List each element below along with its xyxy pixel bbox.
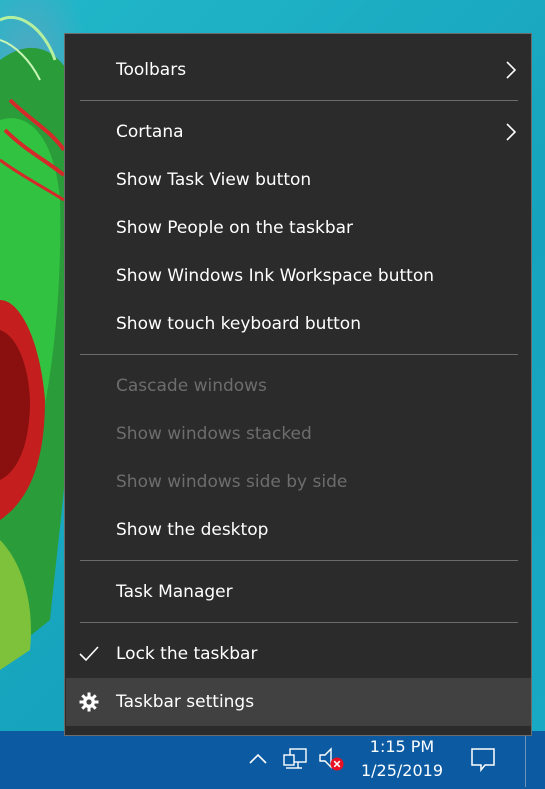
chevron-right-icon	[506, 61, 517, 79]
menu-item-label: Cortana	[116, 122, 184, 142]
menu-item-taskbar-settings[interactable]: Taskbar settings	[66, 678, 531, 726]
menu-item-show-windows-ink[interactable]: Show Windows Ink Workspace button	[66, 252, 531, 300]
taskbar	[0, 731, 545, 789]
menu-item-show-task-view-button[interactable]: Show Task View button	[66, 156, 531, 204]
menu-item-show-the-desktop[interactable]: Show the desktop	[66, 506, 531, 554]
network-icon[interactable]	[282, 747, 308, 771]
menu-item-show-windows-side-by-side: Show windows side by side	[66, 458, 531, 506]
clock-date: 1/25/2019	[360, 761, 444, 780]
taskbar-clock[interactable]: 1:15 PM 1/25/2019	[354, 735, 450, 787]
menu-item-label: Taskbar settings	[116, 692, 255, 712]
menu-item-label: Show windows stacked	[116, 424, 312, 444]
menu-separator	[80, 622, 518, 623]
menu-item-label: Show windows side by side	[116, 472, 348, 492]
menu-separator	[80, 100, 518, 101]
chevron-up-icon[interactable]	[247, 749, 269, 769]
menu-item-label: Lock the taskbar	[116, 644, 258, 664]
gear-icon	[79, 692, 99, 712]
menu-item-cortana[interactable]: Cortana	[66, 108, 531, 156]
menu-item-label: Show touch keyboard button	[116, 314, 361, 334]
menu-separator	[80, 560, 518, 561]
menu-item-show-people[interactable]: Show People on the taskbar	[66, 204, 531, 252]
menu-item-label: Toolbars	[116, 60, 187, 80]
clock-time: 1:15 PM	[369, 737, 435, 756]
menu-item-label: Show the desktop	[116, 520, 269, 540]
menu-item-show-windows-stacked: Show windows stacked	[66, 410, 531, 458]
show-desktop-button[interactable]	[525, 735, 526, 787]
menu-item-show-touch-keyboard[interactable]: Show touch keyboard button	[66, 300, 531, 348]
menu-item-task-manager[interactable]: Task Manager	[66, 568, 531, 616]
menu-item-cascade-windows: Cascade windows	[66, 362, 531, 410]
taskbar-context-menu: Toolbars Cortana Show Task View button S…	[64, 33, 532, 736]
menu-item-label: Task Manager	[116, 582, 233, 602]
menu-separator	[80, 354, 518, 355]
volume-muted-icon[interactable]	[318, 746, 346, 772]
menu-item-toolbars[interactable]: Toolbars	[66, 46, 531, 94]
action-center-icon[interactable]	[469, 745, 497, 773]
desktop-screen: 1:15 PM 1/25/2019 Toolbars Cortana Show …	[0, 0, 545, 789]
menu-item-lock-the-taskbar[interactable]: Lock the taskbar	[66, 630, 531, 678]
chevron-right-icon	[506, 123, 517, 141]
menu-item-label: Show People on the taskbar	[116, 218, 354, 238]
checkmark-icon	[79, 646, 99, 662]
menu-item-label: Show Task View button	[116, 170, 312, 190]
menu-item-label: Cascade windows	[116, 376, 267, 396]
menu-item-label: Show Windows Ink Workspace button	[116, 266, 434, 286]
